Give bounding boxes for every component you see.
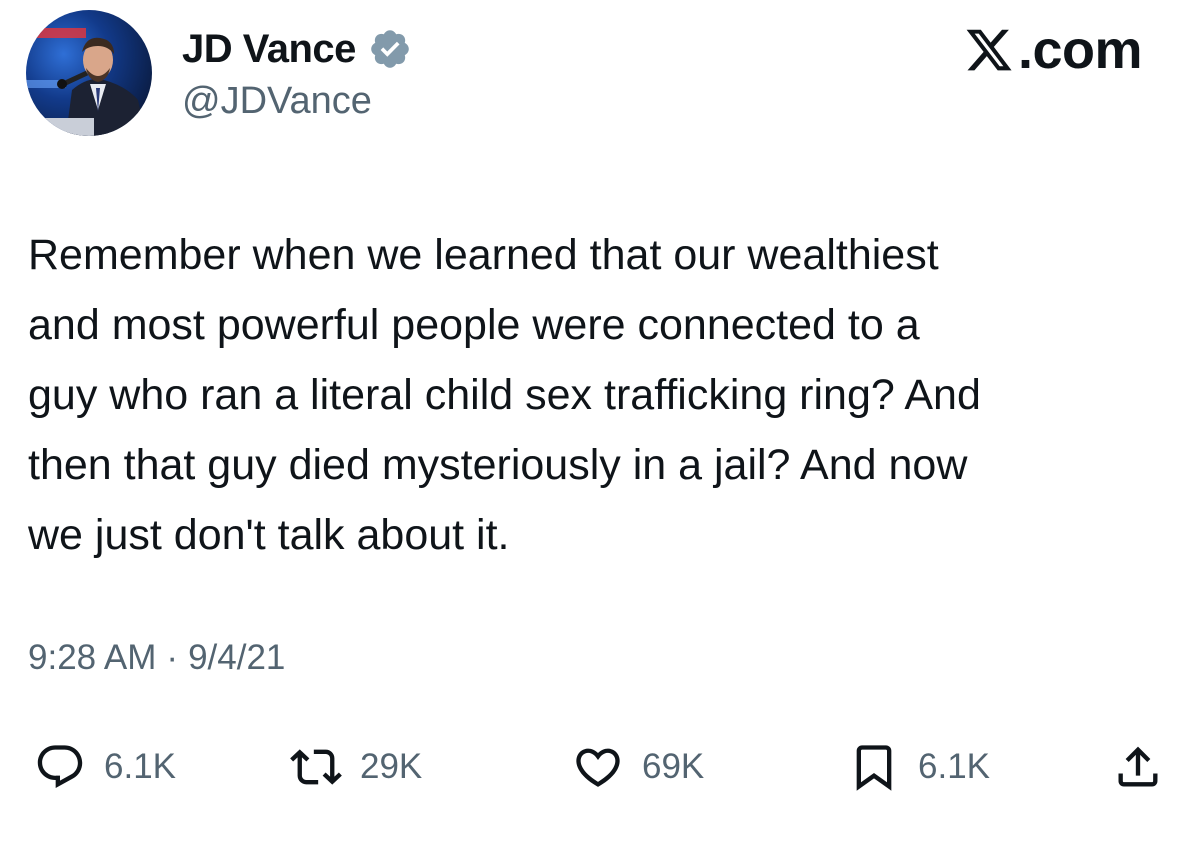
handle[interactable]: @JDVance — [182, 80, 372, 123]
share-button[interactable] — [1112, 732, 1164, 802]
tweet-card: JD Vance @JDVance .com Remember when we … — [0, 0, 1200, 849]
action-bar: 6.1K 29K 69K 6.1K — [0, 732, 1200, 802]
avatar-photo — [26, 10, 152, 136]
avatar[interactable] — [26, 10, 152, 136]
retweet-button[interactable]: 29K — [290, 732, 422, 802]
verified-badge-icon — [368, 27, 412, 71]
like-count: 69K — [642, 747, 705, 786]
tweet-time: 9:28 AM — [28, 638, 157, 677]
bookmark-count: 6.1K — [918, 747, 990, 786]
retweet-icon — [290, 749, 342, 785]
retweet-count: 29K — [360, 747, 423, 786]
share-icon — [1118, 746, 1158, 787]
bookmark-button[interactable]: 6.1K — [848, 732, 990, 802]
reply-count: 6.1K — [104, 747, 176, 786]
tweet-text: Remember when we learned that our wealth… — [28, 231, 981, 559]
site-logo-text: .com — [1017, 20, 1143, 80]
bookmark-icon — [856, 745, 892, 791]
display-name-row: JD Vance — [182, 22, 412, 76]
timestamp[interactable]: 9:28 AM · 9/4/21 — [28, 638, 285, 678]
reply-button[interactable]: 6.1K — [34, 732, 176, 802]
site-logo: .com — [964, 20, 1143, 80]
display-name[interactable]: JD Vance — [182, 27, 356, 72]
like-button[interactable]: 69K — [572, 732, 704, 802]
heart-icon — [576, 748, 620, 787]
timestamp-separator: · — [166, 638, 179, 677]
tweet-date: 9/4/21 — [188, 638, 286, 677]
x-logo-icon — [964, 25, 1014, 75]
reply-icon — [37, 745, 83, 789]
